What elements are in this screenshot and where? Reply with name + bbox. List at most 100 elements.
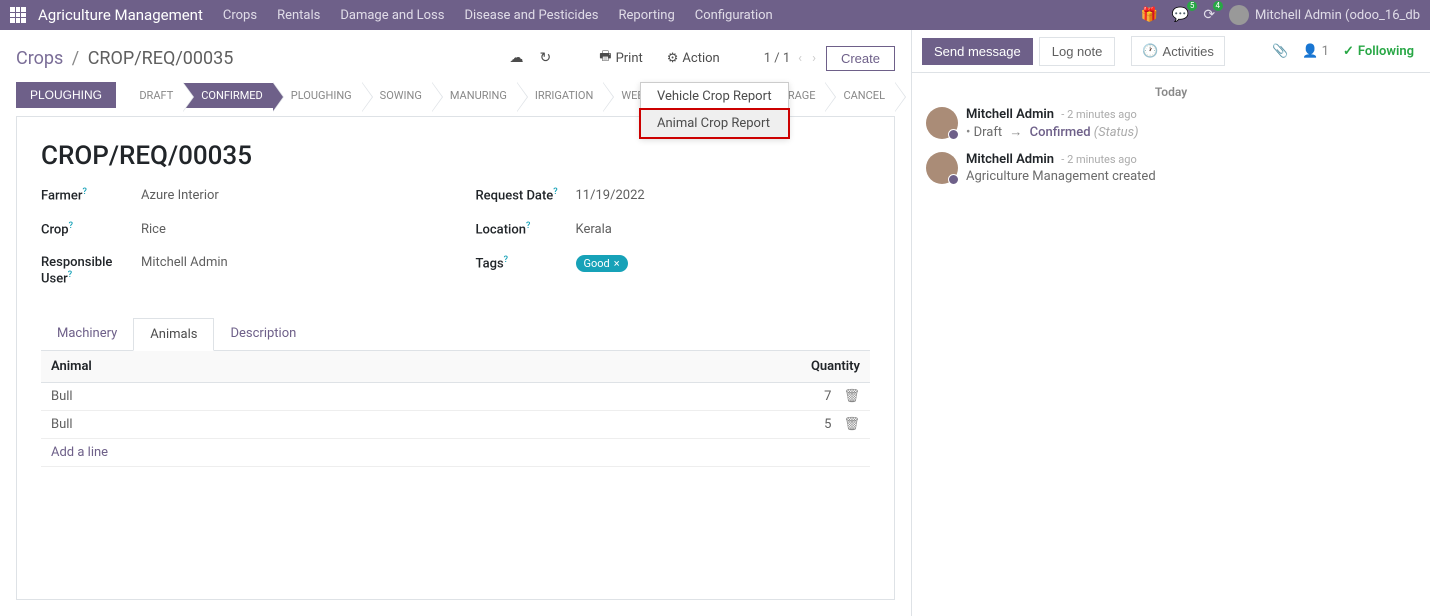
- label-crop: Crop?: [41, 221, 141, 237]
- field-responsible[interactable]: Mitchell Admin: [141, 255, 228, 270]
- label-tags: Tags?: [476, 255, 576, 271]
- trash-icon[interactable]: 🗑: [843, 417, 860, 432]
- field-location[interactable]: Kerala: [576, 222, 612, 237]
- attachment-icon[interactable]: 📎: [1272, 44, 1288, 59]
- label-responsible: Responsible User?: [41, 255, 141, 286]
- label-request-date: Request Date?: [476, 187, 576, 203]
- chat-icon[interactable]: 💬5: [1172, 7, 1189, 23]
- animals-table: Animal Quantity Bull 7 🗑 Bull 5 🗑: [41, 351, 870, 495]
- dropdown-item-animal-report[interactable]: Animal Crop Report: [639, 108, 790, 139]
- following-button[interactable]: ✓Following: [1343, 44, 1414, 59]
- nav-menu-item[interactable]: Configuration: [695, 8, 773, 23]
- breadcrumb-link[interactable]: Crops: [16, 48, 63, 69]
- table-row[interactable]: Bull 7 🗑: [41, 383, 870, 411]
- message-body: Agriculture Management created: [966, 169, 1156, 184]
- breadcrumb-sep: /: [72, 48, 79, 69]
- gift-icon[interactable]: 🎁: [1140, 7, 1157, 23]
- nav-menu-item[interactable]: Crops: [223, 8, 257, 23]
- avatar: [1229, 5, 1249, 25]
- activity-icon[interactable]: ⟳4: [1203, 7, 1215, 23]
- tab-animals[interactable]: Animals: [133, 318, 214, 351]
- tab-machinery[interactable]: Machinery: [41, 318, 133, 350]
- nav-menu-item[interactable]: Disease and Pesticides: [464, 8, 598, 23]
- cell-animal[interactable]: Bull: [41, 383, 429, 411]
- table-row[interactable]: Bull 5 🗑: [41, 411, 870, 439]
- tag-good[interactable]: Good×: [576, 255, 628, 272]
- add-line-row: Add a line: [41, 439, 870, 467]
- chat-badge: 5: [1187, 1, 1198, 11]
- field-request-date[interactable]: 11/19/2022: [576, 188, 645, 203]
- action-button[interactable]: ⚙Action: [659, 47, 728, 70]
- stage-draft[interactable]: DRAFT: [121, 83, 183, 108]
- cell-animal[interactable]: Bull: [41, 411, 429, 439]
- add-line-link[interactable]: Add a line: [51, 445, 108, 460]
- field-crop[interactable]: Rice: [141, 222, 166, 237]
- action-dropdown: Vehicle Crop Report Animal Crop Report: [640, 82, 789, 138]
- pager-value[interactable]: 1 / 1: [764, 51, 790, 66]
- help-icon[interactable]: ?: [68, 270, 72, 280]
- message: Mitchell Admin - 2 minutes ago Agricultu…: [912, 148, 1430, 192]
- nav-menu-item[interactable]: Rentals: [277, 8, 320, 23]
- help-icon[interactable]: ?: [526, 221, 530, 231]
- message-author[interactable]: Mitchell Admin: [966, 152, 1054, 167]
- stage-confirmed[interactable]: CONFIRMED: [183, 83, 273, 108]
- send-message-button[interactable]: Send message: [922, 38, 1033, 65]
- gear-icon: ⚙: [667, 51, 679, 66]
- cell-qty[interactable]: 5: [824, 417, 831, 432]
- breadcrumb: Crops / CROP/REQ/00035: [16, 48, 233, 69]
- cell-qty[interactable]: 7: [824, 389, 831, 404]
- user-menu[interactable]: Mitchell Admin (odoo_16_db: [1229, 5, 1420, 25]
- print-button[interactable]: 🖶Print: [591, 43, 650, 73]
- help-icon[interactable]: ?: [504, 255, 508, 265]
- stage-manuring[interactable]: MANURING: [432, 83, 517, 108]
- message-time: - 2 minutes ago: [1061, 108, 1136, 121]
- help-icon[interactable]: ?: [553, 187, 557, 197]
- label-farmer: Farmer?: [41, 187, 141, 203]
- date-separator: Today: [912, 73, 1430, 103]
- form-sheet: CROP/REQ/00035 Farmer? Azure Interior Cr…: [16, 116, 895, 600]
- nav-menu-item[interactable]: Reporting: [619, 8, 675, 23]
- help-icon[interactable]: ?: [69, 221, 73, 231]
- avatar[interactable]: [926, 107, 958, 139]
- ploughing-button[interactable]: PLOUGHING: [16, 82, 116, 108]
- top-navbar: Agriculture Management Crops Rentals Dam…: [0, 0, 1430, 30]
- pager-prev-icon[interactable]: ‹: [796, 51, 804, 66]
- tab-description[interactable]: Description: [214, 318, 312, 350]
- dropdown-item-vehicle-report[interactable]: Vehicle Crop Report: [641, 83, 788, 110]
- check-icon: ✓: [1343, 44, 1354, 59]
- col-animal[interactable]: Animal: [41, 351, 429, 383]
- discard-icon[interactable]: ↻: [536, 46, 556, 70]
- log-note-button[interactable]: Log note: [1039, 37, 1116, 66]
- empty-row: [41, 467, 870, 495]
- cloud-icon[interactable]: ☁: [506, 46, 528, 70]
- clock-icon: 🕐: [1142, 43, 1158, 59]
- avatar[interactable]: [926, 152, 958, 184]
- label-location: Location?: [476, 221, 576, 237]
- breadcrumb-current: CROP/REQ/00035: [88, 48, 234, 69]
- field-tags[interactable]: Good×: [576, 255, 628, 272]
- nav-menu: Crops Rentals Damage and Loss Disease an…: [223, 8, 1141, 23]
- help-icon[interactable]: ?: [82, 187, 86, 197]
- apps-icon[interactable]: [10, 7, 26, 23]
- app-title[interactable]: Agriculture Management: [38, 6, 203, 24]
- print-icon: 🖶: [599, 47, 611, 69]
- nav-menu-item[interactable]: Damage and Loss: [340, 8, 444, 23]
- record-title: CROP/REQ/00035: [41, 141, 870, 171]
- tracking-value: Draft → Confirmed (Status): [966, 124, 1139, 140]
- message-author[interactable]: Mitchell Admin: [966, 107, 1054, 122]
- trash-icon[interactable]: 🗑: [843, 389, 860, 404]
- field-farmer[interactable]: Azure Interior: [141, 188, 219, 203]
- activity-badge: 4: [1213, 1, 1224, 11]
- activities-button[interactable]: 🕐Activities: [1131, 36, 1224, 66]
- stage-irrigation[interactable]: IRRIGATION: [517, 83, 604, 108]
- chatter: Send message Log note 🕐Activities 📎 👤 1 …: [912, 30, 1430, 616]
- arrow-icon: →: [1009, 125, 1022, 140]
- create-button[interactable]: Create: [826, 46, 895, 71]
- followers-button[interactable]: 👤 1: [1302, 44, 1329, 59]
- stage-ploughing[interactable]: PLOUGHING: [273, 83, 362, 108]
- col-quantity[interactable]: Quantity: [429, 351, 870, 383]
- message-time: - 2 minutes ago: [1061, 153, 1136, 166]
- pager-next-icon[interactable]: ›: [810, 51, 818, 66]
- user-name: Mitchell Admin (odoo_16_db: [1255, 8, 1420, 23]
- close-icon[interactable]: ×: [614, 257, 620, 270]
